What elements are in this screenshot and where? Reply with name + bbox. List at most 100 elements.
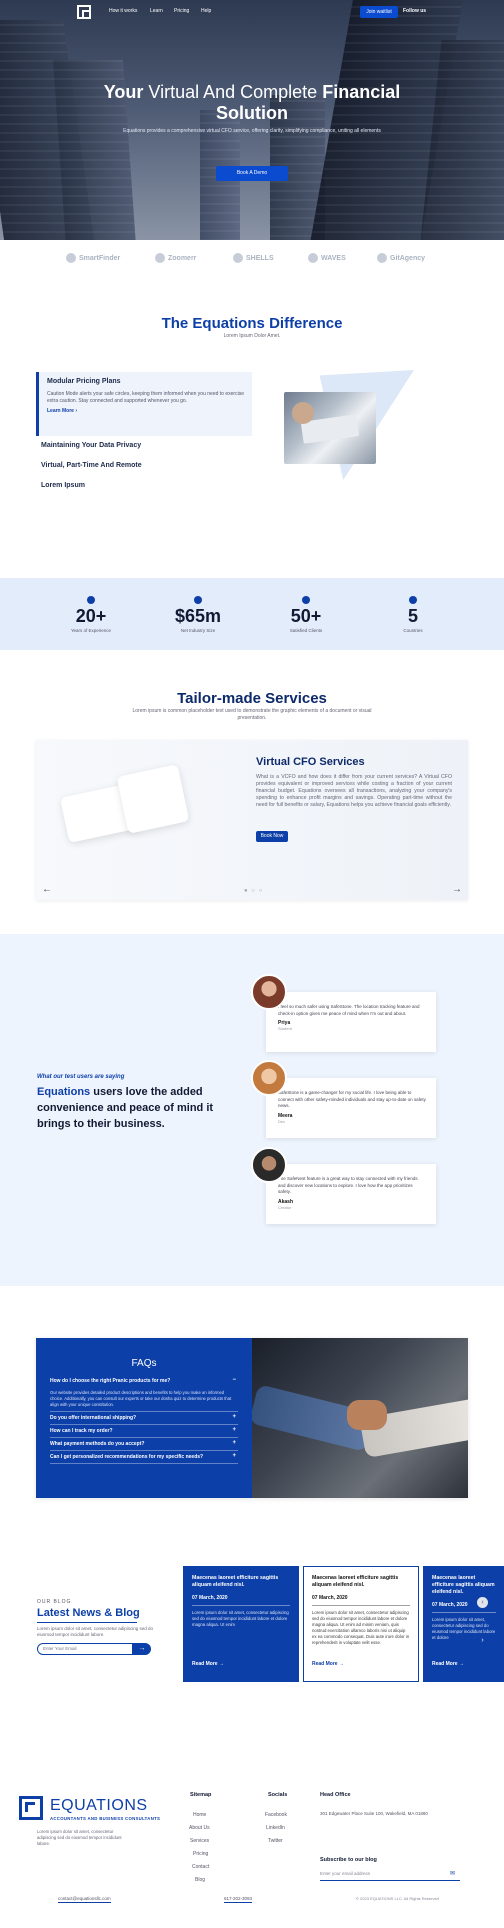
post-title: Maecenas laoreet efficiture sagittis ali… xyxy=(432,1575,495,1595)
socials-heading: Socials xyxy=(268,1792,288,1798)
footer-link-contact[interactable]: Contact xyxy=(192,1864,209,1870)
blog-post-card[interactable]: Maecenas laoreet efficiture sagittis ali… xyxy=(303,1566,419,1682)
testimonial-quote: The SafeNest feature is a great way to s… xyxy=(278,1176,418,1194)
join-waitlist-button[interactable]: Join waitlist xyxy=(360,6,398,18)
testimonial-card: The SafeNest feature is a great way to s… xyxy=(266,1164,436,1224)
blog-email-input[interactable]: Enter Your Email xyxy=(37,1643,133,1655)
avatar xyxy=(251,1147,287,1183)
nav-learn[interactable]: Learn xyxy=(150,8,163,14)
nav-help[interactable]: Help xyxy=(201,8,211,14)
nav-how-it-works[interactable]: How it works xyxy=(109,8,137,14)
read-more-link[interactable]: Read More → xyxy=(312,1661,344,1667)
divider xyxy=(37,1622,137,1623)
blog-post-card[interactable]: Maecenas laoreet efficiture sagittis ali… xyxy=(423,1566,504,1682)
service-description: What is a VCFO and how does it differ fr… xyxy=(256,774,452,808)
hero-title-part: Solution xyxy=(216,103,288,123)
footer-link-pricing[interactable]: Pricing xyxy=(193,1851,208,1857)
chevron-right-icon[interactable]: › xyxy=(477,1635,488,1646)
linkedin-link[interactable]: LinkedIn xyxy=(266,1825,285,1831)
blog-title: Latest News & Blog xyxy=(37,1607,140,1619)
footer-link-blog[interactable]: Blog xyxy=(195,1877,205,1883)
stats-band: 20+ Years of Experience $65m Net Industr… xyxy=(0,578,504,650)
arrow-left-icon[interactable]: ← xyxy=(42,884,52,895)
footer-link-home[interactable]: Home xyxy=(193,1812,206,1818)
post-date: 07 March, 2020 xyxy=(192,1595,228,1601)
footer-description: Lorem ipsum dolor sit amet, consectetur … xyxy=(37,1829,122,1846)
plus-icon: + xyxy=(232,1414,236,1420)
arrow-right-icon[interactable]: → xyxy=(452,884,462,895)
testimonials-section: What our test users are saying Equations… xyxy=(0,934,504,1286)
read-more-link[interactable]: Read More → xyxy=(192,1661,224,1667)
nav-pricing[interactable]: Pricing xyxy=(174,8,189,14)
accordion-item-active[interactable]: Modular Pricing Plans Caution Mode alert… xyxy=(36,372,252,436)
stat-label: Countries xyxy=(403,628,423,633)
stat-value: 20+ xyxy=(75,606,107,626)
office-heading: Head Office xyxy=(320,1792,351,1798)
service-title: Virtual CFO Services xyxy=(256,756,365,768)
testimonial-role: Dev xyxy=(278,1118,286,1124)
faq-answer: Our website provides detailed product de… xyxy=(50,1387,238,1412)
stat-item: $65m Net Industry Size xyxy=(158,596,238,633)
testimonial-quote: SafeStone is a game-changer for my socia… xyxy=(278,1090,426,1108)
avatar xyxy=(251,974,287,1010)
follow-us-link[interactable]: Follow us xyxy=(403,8,426,14)
avatar xyxy=(251,1060,287,1096)
users-icon xyxy=(302,596,310,604)
stat-label: Net Industry Size xyxy=(180,628,216,633)
testimonial-card: I feel so much safer using SafeStone. Th… xyxy=(266,992,436,1052)
footer-link-services[interactable]: Services xyxy=(190,1838,209,1844)
arrow-right-icon[interactable]: → xyxy=(133,1643,151,1655)
carousel-dots[interactable]: ● ○ ○ xyxy=(244,888,263,894)
post-title: Maecenas laoreet efficiture sagittis ali… xyxy=(192,1575,279,1588)
client-logos: SmartFinder Zoomerr SHELLS WAVES GitAgen… xyxy=(0,245,504,273)
services-title: Tailor-made Services xyxy=(177,690,327,707)
book-demo-button[interactable]: Book A Demo xyxy=(216,166,288,181)
stat-item: 20+ Years of Experience xyxy=(51,596,131,633)
hero-title-part: Your xyxy=(103,82,144,102)
sitemap-heading: Sitemap xyxy=(190,1792,212,1798)
contact-email[interactable]: contact@equationsllc.com xyxy=(58,1896,111,1903)
send-icon[interactable]: ✉ xyxy=(450,1870,455,1877)
smartfinder-icon xyxy=(66,253,76,263)
difference-title: The Equations Difference xyxy=(161,315,343,332)
client-logo: Zoomerr xyxy=(155,253,196,263)
equations-logo-icon[interactable] xyxy=(19,1796,43,1820)
accordion-item[interactable]: Virtual, Part-Time And Remote xyxy=(41,462,142,469)
faq-question[interactable]: Do you offer international shipping? + xyxy=(50,1412,238,1425)
footer-link-about[interactable]: About Us xyxy=(189,1825,210,1831)
client-logo: WAVES xyxy=(308,253,346,263)
services-subtitle: Lorem ipsum is common placeholder text u… xyxy=(132,708,372,721)
learn-more-link[interactable]: Learn More › xyxy=(47,408,244,414)
testimonial-card: SafeStone is a game-changer for my socia… xyxy=(266,1078,436,1138)
blog-subtitle: Lorem ipsum dolor sit amet, consectetur … xyxy=(37,1626,154,1637)
chevron-left-icon[interactable]: ‹ xyxy=(477,1597,488,1608)
stat-value: 5 xyxy=(407,606,418,626)
post-excerpt: Lorem ipsum dolor sit amet, consectetur … xyxy=(192,1610,289,1627)
copyright: © 2023 EQUATIONS LLC. All Rights Reserve… xyxy=(356,1896,439,1901)
blog-eyebrow: OUR BLOG xyxy=(37,1599,72,1605)
facebook-link[interactable]: Facebook xyxy=(265,1812,287,1818)
hero-section: How it works Learn Pricing Help Join wai… xyxy=(0,0,504,240)
blog-post-card[interactable]: Maecenas laoreet efficiture sagittis ali… xyxy=(183,1566,299,1682)
faq-question[interactable]: Can I get personalized recommendations f… xyxy=(50,1451,238,1464)
faq-question[interactable]: How can I track my order? + xyxy=(50,1425,238,1438)
post-date: 07 March, 2020 xyxy=(312,1595,348,1601)
client-logo: SHELLS xyxy=(233,253,274,263)
clock-icon xyxy=(87,596,95,604)
contact-phone[interactable]: 617-202-3093 xyxy=(224,1896,253,1903)
accordion-item[interactable]: Lorem Ipsum xyxy=(41,482,85,489)
twitter-link[interactable]: Twitter xyxy=(268,1838,283,1844)
faq-question[interactable]: What payment methods do you accept? + xyxy=(50,1438,238,1451)
subscribe-email-input[interactable]: Enter your email address xyxy=(320,1871,460,1881)
post-title: Maecenas laoreet efficiture sagittis ali… xyxy=(312,1575,399,1588)
difference-subtitle: Lorem Ipsum Dolor Amet. xyxy=(223,333,281,339)
faq-question-open[interactable]: How do I choose the right Pranic product… xyxy=(50,1375,238,1387)
testimonials-eyebrow: What our test users are saying xyxy=(37,1074,125,1080)
accordion-item[interactable]: Maintaining Your Data Privacy xyxy=(41,442,141,449)
accordion-title: Modular Pricing Plans xyxy=(47,378,121,385)
read-more-link[interactable]: Read More → xyxy=(432,1661,464,1667)
book-now-button[interactable]: Book Now xyxy=(256,831,288,842)
logo-icon[interactable] xyxy=(77,5,91,19)
gitagency-icon xyxy=(377,253,387,263)
testimonial-quote: I feel so much safer using SafeStone. Th… xyxy=(278,1004,420,1016)
